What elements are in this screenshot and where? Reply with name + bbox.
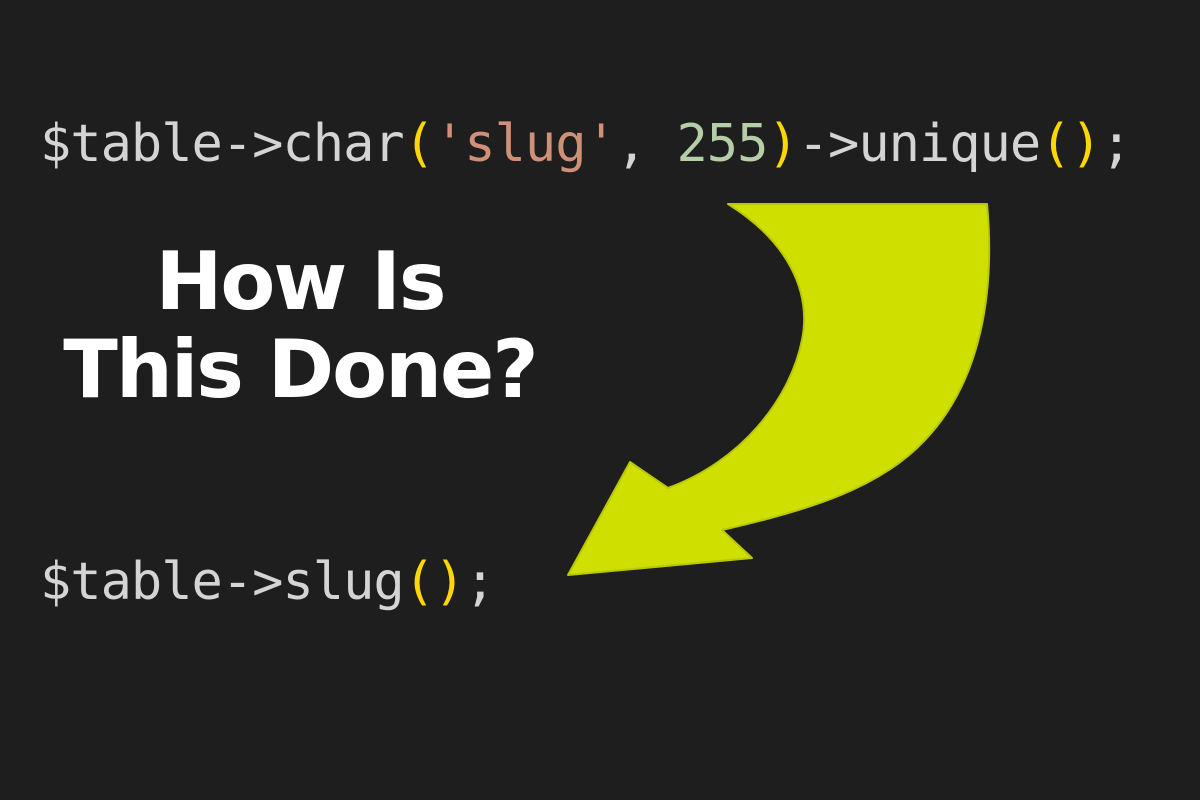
curved-arrow-icon [567,203,991,576]
code-token: () [403,552,466,612]
code-token: ; [464,552,495,612]
code-line-slug: $table->slug(); [40,556,496,608]
thumbnail-canvas: $table->char('slug', 255)->unique(); How… [0,0,1200,800]
code-token: $table->slug [40,552,405,612]
arrow-shape [567,203,991,576]
